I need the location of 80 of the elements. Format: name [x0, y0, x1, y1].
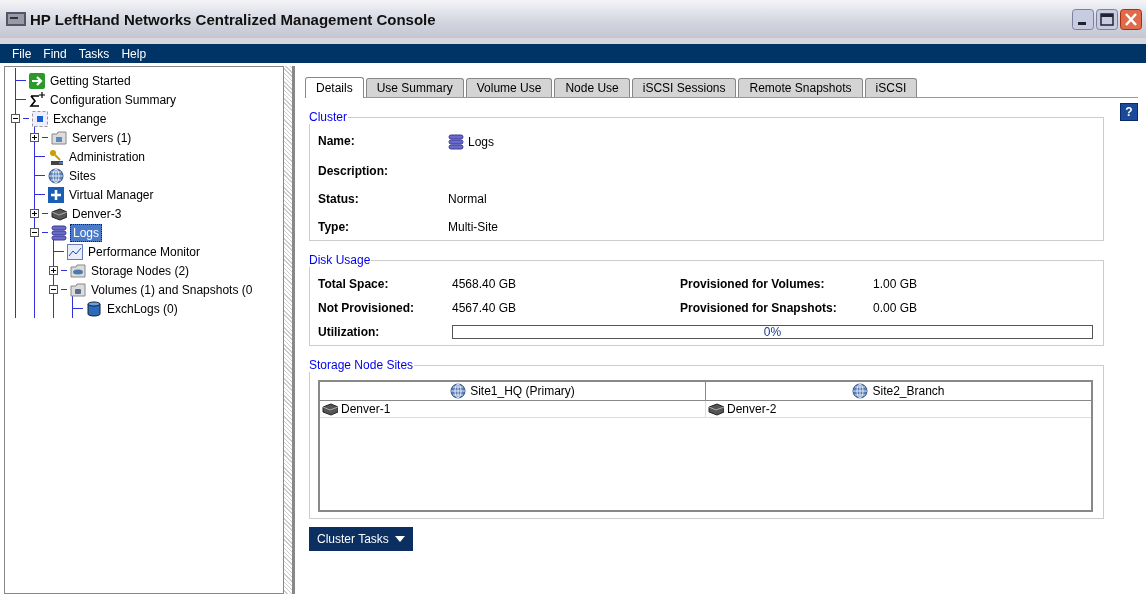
minimize-button[interactable]: [1072, 8, 1094, 30]
tab[interactable]: Remote Snapshots: [738, 78, 863, 97]
tab[interactable]: Use Summary: [365, 78, 464, 97]
folder-icon: [70, 281, 86, 298]
sigma-icon: [29, 91, 45, 108]
tab[interactable]: iSCSI Sessions: [631, 78, 737, 97]
maximize-button[interactable]: [1096, 8, 1118, 30]
table-cell: Denver-1: [341, 402, 391, 416]
line-chart-icon: [67, 243, 83, 260]
collapse-toggle[interactable]: [49, 285, 58, 294]
tab[interactable]: Node Use: [554, 78, 630, 97]
tab[interactable]: Volume Use: [465, 78, 553, 97]
storage-node-icon: [51, 205, 67, 222]
tree-item[interactable]: Denver-3: [70, 205, 124, 222]
stacked-disks-icon: [448, 134, 464, 150]
field-label: Description:: [318, 164, 389, 178]
group-title: Storage Node Sites: [308, 358, 415, 372]
tree-item[interactable]: ExchLogs (0): [105, 300, 180, 317]
expand-toggle[interactable]: [49, 266, 58, 275]
utilization-reading: 0%: [763, 325, 782, 339]
cluster-tasks-button[interactable]: Cluster Tasks: [309, 527, 413, 551]
globe-icon: [48, 167, 64, 184]
tree-item[interactable]: Servers (1): [70, 129, 134, 146]
field-value: 1.00 GB: [873, 277, 919, 291]
field-label: Provisioned for Snapshots:: [680, 301, 838, 315]
tab[interactable]: Details: [305, 77, 364, 98]
globe-icon: [852, 383, 869, 399]
field-value: Logs: [468, 135, 495, 149]
menu-item[interactable]: File: [6, 46, 38, 61]
stacked-disks-icon: [51, 224, 67, 241]
expand-toggle[interactable]: [30, 209, 39, 218]
field-label: Not Provisioned:: [318, 301, 415, 315]
folder-icon: [51, 129, 67, 146]
collapse-toggle[interactable]: [11, 114, 20, 123]
globe-icon: [450, 383, 467, 399]
arrow-icon: [29, 72, 45, 89]
window-title: HP LeftHand Networks Centralized Management Console: [30, 10, 437, 28]
tree-item[interactable]: Exchange: [51, 110, 109, 127]
help-button[interactable]: ?: [1120, 103, 1138, 121]
tree-item[interactable]: Performance Monitor: [86, 243, 203, 260]
storage-node-icon: [708, 401, 724, 417]
tree-item[interactable]: Storage Nodes (2): [89, 262, 192, 279]
tree-item[interactable]: Getting Started: [48, 72, 133, 89]
table-cell: Denver-2: [727, 402, 777, 416]
folder-icon: [70, 262, 86, 279]
tab[interactable]: iSCSI: [864, 78, 918, 97]
cluster-group-icon: [32, 110, 48, 127]
close-button[interactable]: [1120, 8, 1142, 30]
field-label: Name:: [318, 134, 356, 150]
tree-item[interactable]: Logs: [70, 223, 103, 242]
expand-toggle[interactable]: [30, 133, 39, 142]
field-value: 4568.40 GB: [452, 277, 518, 291]
caret-icon: [394, 536, 405, 542]
menu-item[interactable]: Find: [37, 46, 73, 61]
group-title: Cluster: [308, 110, 348, 124]
tree-item[interactable]: Administration: [67, 148, 148, 165]
app-icon: [6, 11, 26, 27]
field-label: Utilization:: [318, 325, 381, 339]
storage-node-icon: [322, 401, 338, 417]
menu-item[interactable]: Help: [115, 46, 153, 61]
field-label: Total Space:: [318, 277, 390, 291]
column-header: Site2_Branch: [872, 384, 945, 398]
tree-item[interactable]: Volumes (1) and Snapshots (0: [89, 281, 255, 298]
key-icon: [48, 148, 64, 165]
column-header: Site1_HQ (Primary): [470, 384, 575, 398]
field-label: Provisioned for Volumes:: [680, 277, 826, 291]
tree-item[interactable]: Sites: [67, 167, 98, 184]
plus-icon: [48, 186, 64, 203]
field-value: Multi-Site: [448, 220, 498, 234]
tree-item[interactable]: Configuration Summary: [48, 91, 179, 108]
field-label: Status:: [318, 192, 360, 206]
collapse-toggle[interactable]: [30, 228, 39, 237]
cylinder-icon: [86, 300, 102, 317]
group-title: Disk Usage: [308, 253, 372, 267]
menu-item[interactable]: Tasks: [72, 46, 116, 61]
field-label: Type:: [318, 220, 351, 234]
field-value: 0.00 GB: [873, 301, 919, 315]
field-value: 4567.40 GB: [452, 301, 518, 315]
field-value: Normal: [448, 192, 487, 206]
tree-item[interactable]: Virtual Manager: [67, 186, 156, 203]
